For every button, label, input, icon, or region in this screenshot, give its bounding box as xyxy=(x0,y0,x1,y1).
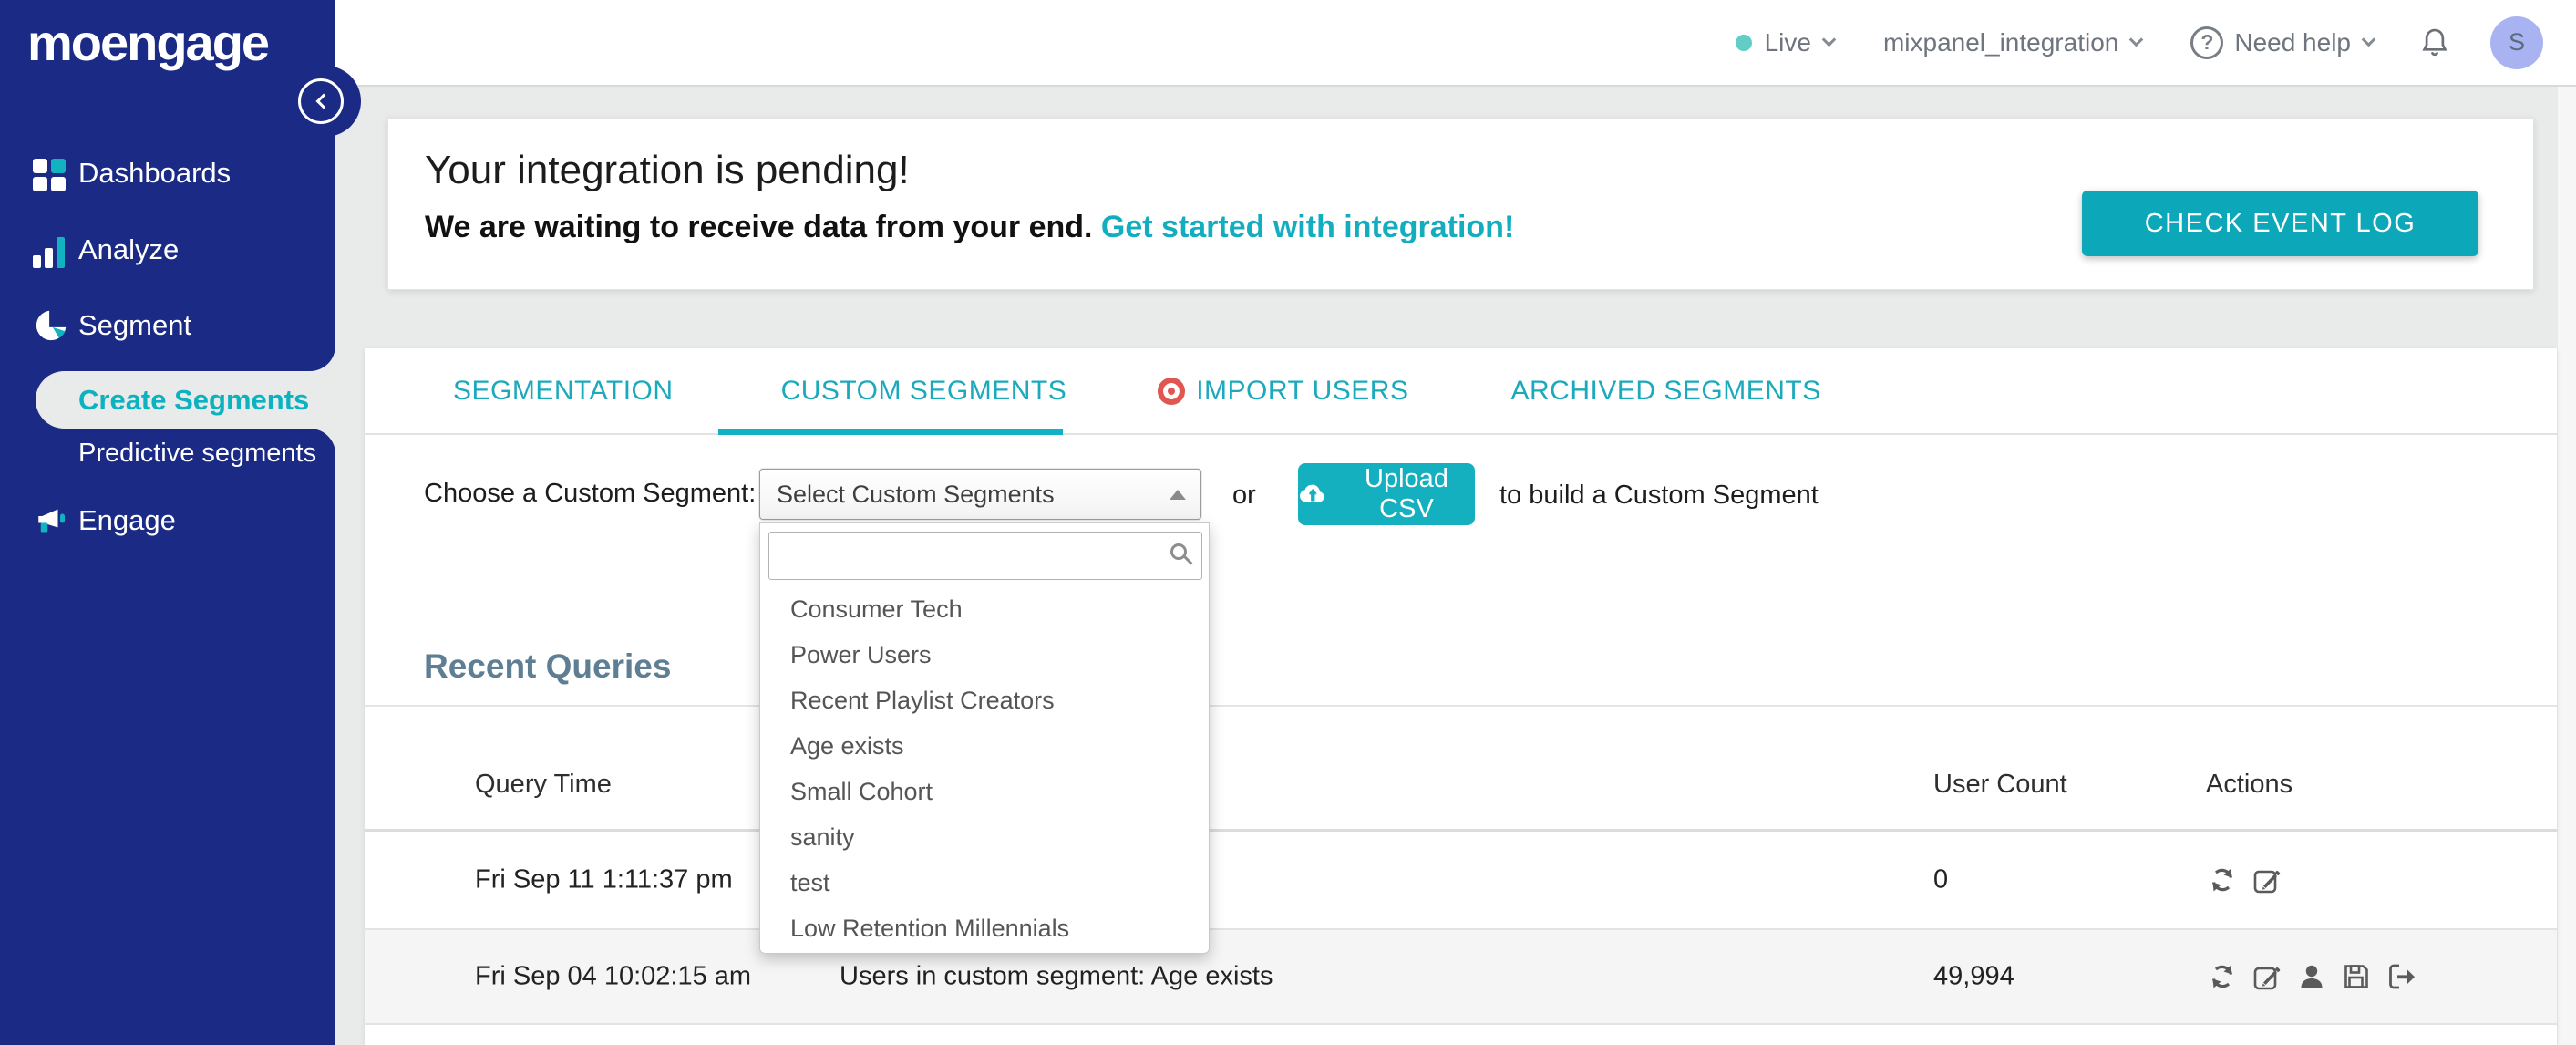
bar-chart-icon xyxy=(33,232,69,268)
user-count-cell: 49,994 xyxy=(1933,961,2014,991)
tab-archived-segments[interactable]: ARCHIVED SEGMENTS xyxy=(1510,376,1820,407)
refresh-icon[interactable] xyxy=(2207,864,2238,895)
tab-custom-segments[interactable]: CUSTOM SEGMENTS xyxy=(781,376,1067,407)
table-row: Fri Sep 04 10:02:15 am Users in custom s… xyxy=(365,930,2557,1023)
tab-import-users[interactable]: IMPORT USERS xyxy=(1158,376,1408,407)
caret-up-icon xyxy=(1170,490,1186,500)
sidebar-item-label: Segment xyxy=(78,309,192,341)
page: moengage Dashboards Analyze Segment Crea… xyxy=(0,0,2576,1045)
dropdown-options: Consumer Tech Power Users Recent Playlis… xyxy=(760,586,1209,951)
dropdown-option[interactable]: Consumer Tech xyxy=(760,586,1209,632)
dropdown-option[interactable]: sanity xyxy=(760,814,1209,860)
scrollbar-track[interactable] xyxy=(2558,87,2576,1045)
pie-chart-icon xyxy=(33,307,69,344)
project-dropdown[interactable]: mixpanel_integration xyxy=(1882,27,2144,57)
grid-icon xyxy=(33,155,69,191)
top-header: Live mixpanel_integration ? Need help S xyxy=(335,0,2576,87)
bell-icon[interactable] xyxy=(2417,25,2452,61)
build-segment-text: to build a Custom Segment xyxy=(1499,481,1819,510)
search-icon xyxy=(1170,543,1187,560)
refresh-icon[interactable] xyxy=(2207,961,2238,992)
export-icon[interactable] xyxy=(2385,961,2416,992)
dropdown-option[interactable]: Small Cohort xyxy=(760,769,1209,814)
live-status-dot xyxy=(1735,34,1752,51)
segments-card: SEGMENTATION CUSTOM SEGMENTS IMPORT USER… xyxy=(365,348,2557,1045)
custom-segments-dropdown: Consumer Tech Power Users Recent Playlis… xyxy=(759,522,1210,954)
segment-search-input[interactable] xyxy=(768,532,1202,580)
banner-title: Your integration is pending! xyxy=(425,148,910,192)
sidebar-item-predictive-segments[interactable]: Predictive segments xyxy=(78,429,316,478)
choose-segment-label: Choose a Custom Segment: xyxy=(424,479,757,508)
save-icon[interactable] xyxy=(2341,961,2372,992)
query-cell: Users in custom segment: Age exists xyxy=(840,961,1273,991)
select-value: Select Custom Segments xyxy=(777,480,1055,508)
sidebar-item-create-segments[interactable]: Create Segments xyxy=(78,371,309,429)
sidebar-item-label: Dashboards xyxy=(78,157,232,189)
megaphone-icon xyxy=(33,502,69,539)
table-row: Fri Sep 11 1:11:37 pm 0 xyxy=(365,832,2557,928)
banner-message-text: We are waiting to receive data from your… xyxy=(425,210,1093,244)
user-icon[interactable] xyxy=(2296,961,2327,992)
chevron-down-icon xyxy=(1821,32,1837,47)
col-header-query-time: Query Time xyxy=(475,770,612,799)
environment-label: Live xyxy=(1764,27,1811,57)
chevron-down-icon xyxy=(2361,32,2376,47)
tab-bar: SEGMENTATION CUSTOM SEGMENTS IMPORT USER… xyxy=(365,348,2557,435)
dropdown-option[interactable]: Power Users xyxy=(760,632,1209,678)
dropdown-option[interactable]: test xyxy=(760,860,1209,905)
chevron-left-icon xyxy=(315,93,331,109)
sidebar: moengage Dashboards Analyze Segment Crea… xyxy=(0,0,361,1045)
sidebar-item-dashboards[interactable]: Dashboards xyxy=(0,146,335,201)
project-name: mixpanel_integration xyxy=(1882,27,2119,57)
upload-csv-button[interactable]: Upload CSV xyxy=(1298,463,1475,525)
environment-dropdown[interactable]: Live xyxy=(1735,27,1837,57)
user-count-cell: 0 xyxy=(1933,864,1949,895)
edit-icon[interactable] xyxy=(2251,961,2282,992)
custom-segment-select[interactable]: Select Custom Segments xyxy=(759,469,1201,520)
need-help-dropdown[interactable]: ? Need help xyxy=(2190,26,2376,59)
banner-message: We are waiting to receive data from your… xyxy=(425,210,1514,245)
divider xyxy=(365,1023,2557,1025)
moengage-logo: moengage xyxy=(27,14,270,71)
get-started-link[interactable]: Get started with integration! xyxy=(1101,210,1514,244)
dropdown-option[interactable]: Recent Playlist Creators xyxy=(760,678,1209,723)
integration-banner: Your integration is pending! We are wait… xyxy=(387,118,2534,290)
sidebar-item-analyze[interactable]: Analyze xyxy=(0,222,335,277)
chevron-down-icon xyxy=(2129,32,2144,47)
red-target-dot-icon xyxy=(1158,377,1186,405)
tab-import-users-label: IMPORT USERS xyxy=(1196,375,1409,406)
sidebar-item-label: Analyze xyxy=(78,233,180,265)
sidebar-item-segment[interactable]: Segment xyxy=(0,298,335,353)
active-tab-underline xyxy=(718,429,1063,435)
sidebar-item-label: Engage xyxy=(78,504,176,536)
edit-icon[interactable] xyxy=(2251,864,2282,895)
dropdown-option[interactable]: Age exists xyxy=(760,723,1209,769)
divider xyxy=(365,705,2557,707)
avatar[interactable]: S xyxy=(2490,16,2543,69)
upload-csv-label: Upload CSV xyxy=(1365,464,1448,523)
col-header-user-count: User Count xyxy=(1933,770,2067,799)
active-pill-corner xyxy=(310,346,335,371)
col-header-actions: Actions xyxy=(2206,770,2293,799)
row-actions xyxy=(2207,864,2282,895)
recent-queries-heading: Recent Queries xyxy=(424,647,672,685)
row-actions xyxy=(2207,961,2416,992)
cloud-upload-icon xyxy=(1300,484,1324,502)
query-time-cell: Fri Sep 11 1:11:37 pm xyxy=(475,864,733,895)
question-circle-icon: ? xyxy=(2190,26,2224,59)
tab-segmentation[interactable]: SEGMENTATION xyxy=(453,376,674,407)
sidebar-item-engage[interactable]: Engage xyxy=(0,493,335,548)
dropdown-option[interactable]: Low Retention Millennials xyxy=(760,905,1209,951)
sidebar-collapse-button[interactable] xyxy=(298,78,344,124)
query-time-cell: Fri Sep 04 10:02:15 am xyxy=(475,961,752,991)
need-help-label: Need help xyxy=(2234,27,2351,57)
check-event-log-button[interactable]: CHECK EVENT LOG xyxy=(2082,191,2478,256)
or-text: or xyxy=(1232,481,1256,510)
